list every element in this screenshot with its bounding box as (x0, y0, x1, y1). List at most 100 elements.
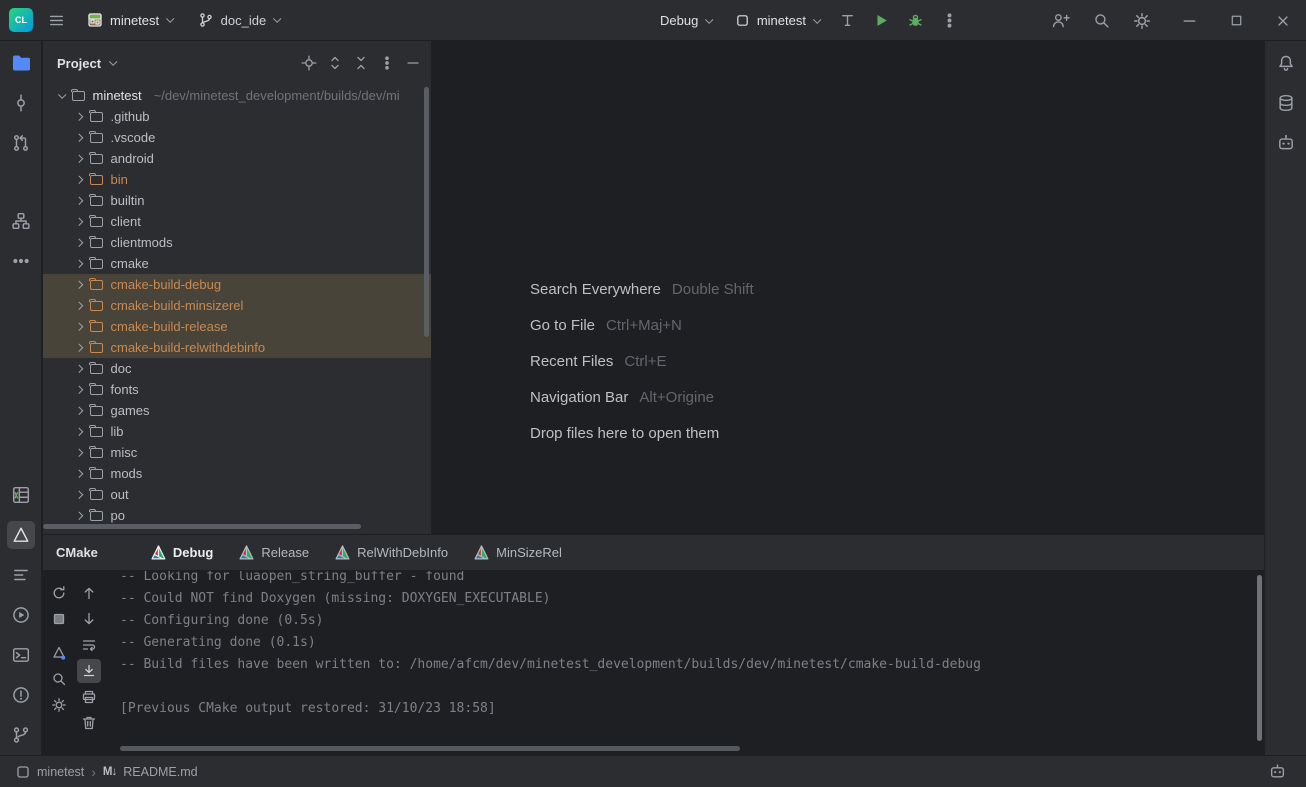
cmake-profile-tab[interactable]: RelWithDebInfo (322, 535, 461, 570)
run-cluster: Debug minetest (652, 0, 962, 41)
cmake-profile-tab[interactable]: Debug (138, 535, 226, 570)
search-button[interactable] (1088, 8, 1114, 34)
tree-item[interactable]: .github (43, 106, 431, 127)
profiler-button[interactable] (834, 8, 860, 34)
add-user-button[interactable] (1047, 8, 1073, 34)
stop-button[interactable] (47, 607, 71, 631)
cmake-settings-icon (51, 645, 67, 661)
console-settings-button[interactable] (47, 693, 71, 717)
tree-item[interactable]: out (43, 484, 431, 505)
expand-all-button[interactable] (325, 53, 345, 73)
next-message-button[interactable] (77, 607, 101, 631)
clear-console-button[interactable] (77, 711, 101, 735)
project-vertical-scrollbar[interactable] (424, 87, 429, 337)
tree-item-label: client (111, 214, 141, 229)
todo-toolwindow-button[interactable] (7, 561, 35, 589)
tree-item[interactable]: doc (43, 358, 431, 379)
breadcrumb-project[interactable]: minetest (37, 765, 84, 779)
tree-item[interactable]: .vscode (43, 127, 431, 148)
collapse-all-icon (353, 55, 369, 71)
table-toolwindow-button[interactable] (7, 481, 35, 509)
previous-message-button[interactable] (77, 581, 101, 605)
debug-bug-icon (907, 12, 924, 29)
debug-button[interactable] (902, 8, 928, 34)
project-toolwindow-button[interactable] (7, 49, 35, 77)
cmake-tab-label: RelWithDebInfo (357, 545, 448, 560)
settings-button[interactable] (1129, 8, 1155, 34)
cmake-settings-button[interactable] (47, 641, 71, 665)
find-in-console-button[interactable] (47, 667, 71, 691)
minimize-button[interactable] (1176, 8, 1202, 34)
tree-item[interactable]: android (43, 148, 431, 169)
console-vertical-scrollbar[interactable] (1257, 575, 1262, 741)
more-toolwindows-button[interactable] (7, 247, 35, 275)
soft-wrap-button[interactable] (77, 633, 101, 657)
cmake-profile-tab[interactable]: Release (226, 535, 322, 570)
branch-widget[interactable]: doc_ide (190, 6, 287, 34)
scroll-to-end-button[interactable] (77, 659, 101, 683)
project-view-selector[interactable]: Project (57, 56, 115, 71)
tree-item-label: clientmods (111, 235, 173, 250)
tree-item[interactable]: client (43, 211, 431, 232)
breadcrumb-separator: › (91, 764, 96, 780)
cmake-profile-tab[interactable]: MinSizeRel (461, 535, 575, 570)
project-horizontal-scrollbar[interactable] (43, 524, 361, 529)
locate-file-button[interactable] (299, 53, 319, 73)
chevron-right-icon (75, 302, 83, 310)
tree-item[interactable]: mods (43, 463, 431, 484)
console-horizontal-scrollbar[interactable] (120, 746, 740, 751)
project-widget[interactable]: minetest (79, 6, 180, 34)
tree-item[interactable]: builtin (43, 190, 431, 211)
statusbar-ai-button[interactable] (1264, 759, 1290, 785)
folder-icon (90, 448, 103, 458)
git-toolwindow-button[interactable] (7, 721, 35, 749)
tree-item[interactable]: cmake-build-relwithdebinfo (43, 337, 431, 358)
tree-root-item[interactable]: minetest ~/dev/minetest_development/buil… (43, 85, 431, 106)
problems-toolwindow-button[interactable] (7, 681, 35, 709)
tree-item[interactable]: cmake-build-minsizerel (43, 295, 431, 316)
tree-item[interactable]: clientmods (43, 232, 431, 253)
panel-options-button[interactable] (377, 53, 397, 73)
tree-item[interactable]: fonts (43, 379, 431, 400)
tree-item[interactable]: games (43, 400, 431, 421)
collapse-all-button[interactable] (351, 53, 371, 73)
hide-panel-button[interactable] (403, 53, 423, 73)
tree-item[interactable]: cmake-build-debug (43, 274, 431, 295)
run-circle-icon (12, 606, 30, 624)
close-button[interactable] (1270, 8, 1296, 34)
editor-area[interactable]: Search Everywhere Double Shift Go to Fil… (433, 41, 1264, 534)
console-output[interactable]: -- Looking for luaopen_string_buffer - f… (120, 571, 1254, 747)
pull-requests-toolwindow-button[interactable] (7, 129, 35, 157)
more-actions-button[interactable] (936, 8, 962, 34)
cmake-panel-title[interactable]: CMake (56, 545, 98, 560)
maximize-button[interactable] (1223, 8, 1249, 34)
tree-item[interactable]: bin (43, 169, 431, 190)
tree-item-label: fonts (111, 382, 139, 397)
list-lines-icon (12, 566, 30, 584)
chevron-right-icon (75, 386, 83, 394)
tree-item[interactable]: lib (43, 421, 431, 442)
ai-assistant-button[interactable] (1272, 129, 1300, 157)
reload-cmake-button[interactable] (47, 581, 71, 605)
build-type-selector[interactable]: Debug (652, 7, 719, 35)
run-config-selector[interactable]: minetest (727, 7, 827, 35)
structure-toolwindow-button[interactable] (7, 207, 35, 235)
terminal-toolwindow-button[interactable] (7, 641, 35, 669)
shortcut-hint: Go to File Ctrl+Maj+N (530, 307, 754, 343)
tree-item[interactable]: cmake (43, 253, 431, 274)
tree-item[interactable]: po (43, 505, 431, 526)
minimize-icon (1181, 12, 1198, 29)
print-button[interactable] (77, 685, 101, 709)
chevron-right-icon (75, 260, 83, 268)
tree-item[interactable]: misc (43, 442, 431, 463)
run-button[interactable] (868, 8, 894, 34)
cmake-toolwindow-button[interactable] (7, 521, 35, 549)
tree-item[interactable]: cmake-build-release (43, 316, 431, 337)
database-toolwindow-button[interactable] (1272, 89, 1300, 117)
commit-toolwindow-button[interactable] (7, 89, 35, 117)
main-menu-button[interactable] (43, 7, 69, 33)
gear-icon (1133, 12, 1151, 30)
notifications-button[interactable] (1272, 49, 1300, 77)
breadcrumb-file[interactable]: README.md (123, 765, 197, 779)
run-toolwindow-button[interactable] (7, 601, 35, 629)
